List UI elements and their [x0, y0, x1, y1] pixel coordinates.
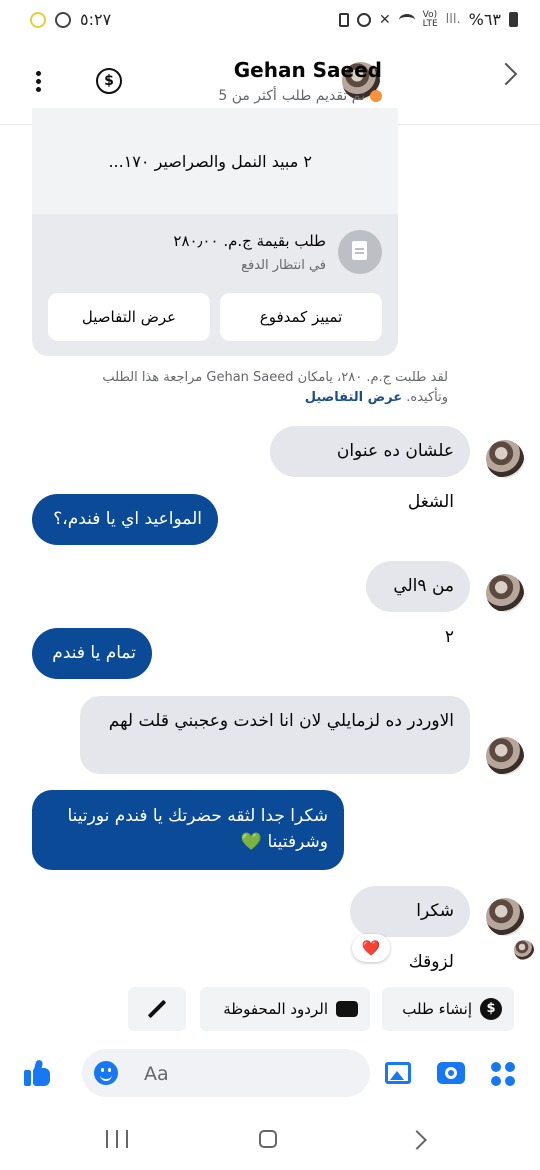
status-right: ✕ Vo) LTE lll. %٦٣	[338, 9, 518, 29]
clock-time: ٥:٢٧	[80, 10, 112, 29]
emoji-icon[interactable]	[94, 1061, 118, 1085]
alarm-icon	[356, 12, 371, 27]
status-left: ٥:٢٧	[30, 10, 111, 29]
message-composer	[82, 1049, 370, 1097]
volte-icon: Vo) LTE	[422, 9, 438, 29]
recent-apps-icon[interactable]	[106, 1130, 128, 1148]
contact-status: تم تقديم طلب أكثر من 5	[218, 88, 382, 104]
sender-avatar[interactable]	[486, 574, 524, 612]
back-nav-icon[interactable]	[407, 1130, 427, 1150]
sender-avatar[interactable]	[486, 898, 524, 936]
system-message-link[interactable]: عرض التفاصيل	[305, 390, 402, 405]
create-order-label: إنشاء طلب	[402, 1000, 472, 1018]
sender-avatar[interactable]	[486, 737, 524, 775]
pencil-icon	[147, 999, 167, 1019]
whatsapp-notification-icon	[30, 11, 46, 28]
wifi-icon	[398, 13, 415, 26]
order-status: في انتظار الدفع	[241, 258, 326, 273]
chat-bubbles-icon	[336, 1001, 358, 1017]
message-bubble-outgoing[interactable]: تمام يا فندم	[32, 628, 152, 679]
order-card: ٢ مبيد النمل والصراصير ١٧٠... طلب بقيمة …	[32, 108, 398, 356]
more-options-icon[interactable]	[36, 71, 42, 95]
like-thumb-icon[interactable]	[24, 1059, 50, 1086]
message-bubble-outgoing[interactable]: شكرا جدا لثقه حضرتك يا فندم نورتينا وشرف…	[32, 790, 344, 870]
reaction-heart[interactable]: ❤️	[352, 934, 390, 962]
signal-icon: lll.	[445, 12, 461, 27]
message-bubble-incoming[interactable]: علشان ده عنوان الشغل	[270, 426, 470, 512]
battery-percent: %٦٣	[468, 10, 501, 29]
edit-chip[interactable]	[128, 987, 186, 1031]
contact-status-text: تم تقديم طلب	[281, 88, 365, 104]
message-bubble-incoming[interactable]: من ٩الي ٢	[366, 561, 470, 647]
system-nav-bar	[0, 1110, 540, 1170]
document-icon	[338, 230, 382, 274]
status-dot-icon	[370, 90, 382, 102]
payment-dollar-icon[interactable]: $	[96, 68, 122, 94]
sim-icon	[338, 12, 349, 27]
apps-grid-icon[interactable]	[491, 1062, 515, 1086]
order-title: طلب بقيمة ج.م. ٢٨٠٫٠٠	[173, 232, 326, 250]
dollar-icon: $	[480, 998, 502, 1020]
order-item: ٢ مبيد النمل والصراصير ١٧٠...	[108, 152, 312, 171]
camera-icon[interactable]	[437, 1062, 465, 1084]
read-receipt-avatar	[514, 940, 534, 960]
saved-replies-label: الردود المحفوظة	[223, 1000, 328, 1018]
message-input[interactable]	[142, 1059, 346, 1089]
gallery-icon[interactable]	[385, 1062, 411, 1084]
contact-name[interactable]: Gehan Saeed	[234, 58, 382, 82]
status-icon	[55, 11, 71, 28]
message-bubble-incoming[interactable]: شكرا لزوقك	[350, 886, 470, 972]
status-bar: ٥:٢٧ ✕ Vo) LTE lll. %٦٣	[0, 0, 540, 40]
mute-icon: ✕	[378, 11, 391, 28]
view-details-button[interactable]: عرض التفاصيل	[48, 293, 210, 341]
system-message: لقد طلبت ج.م. ٢٨٠، يامكان Gehan Saeed مر…	[88, 368, 448, 408]
sender-avatar[interactable]	[486, 440, 524, 478]
contact-recent: أكثر من 5	[218, 88, 277, 104]
battery-icon	[509, 12, 518, 27]
create-order-chip[interactable]: $ إنشاء طلب	[382, 987, 514, 1031]
saved-replies-chip[interactable]: الردود المحفوظة	[200, 987, 370, 1031]
home-icon[interactable]	[259, 1130, 277, 1148]
mark-paid-button[interactable]: تمييز كمدفوع	[220, 293, 382, 341]
message-bubble-incoming[interactable]: الاوردر ده لزمايلي لان انا اخدت وعجبني ق…	[80, 696, 470, 774]
message-bubble-outgoing[interactable]: المواعيد اي يا فندم،؟	[32, 494, 218, 545]
